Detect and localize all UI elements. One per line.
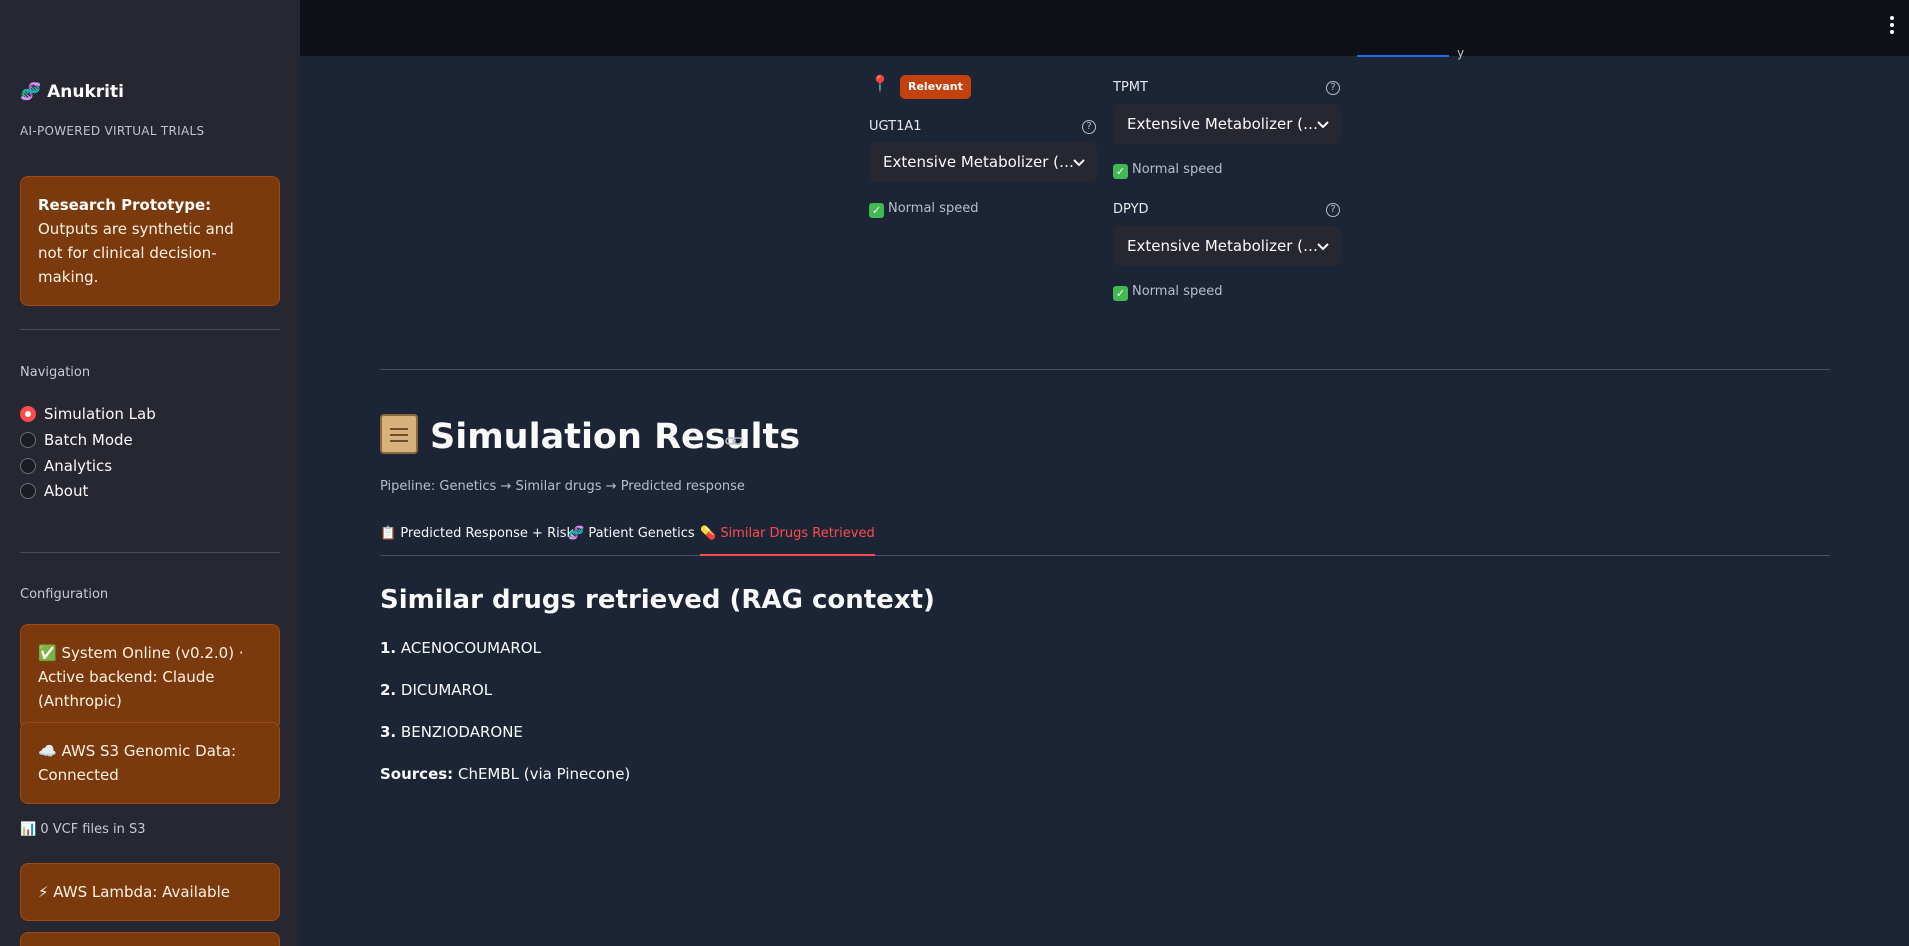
chevron-down-icon <box>1317 243 1329 251</box>
check-icon: ✓ <box>869 203 884 218</box>
tab-patient-genetics[interactable]: 🧬 Patient Genetics <box>568 525 695 556</box>
status-aws-lambda: ⚡ AWS Lambda: Available <box>20 863 280 921</box>
app-subtitle: AI-POWERED VIRTUAL TRIALS <box>20 124 205 138</box>
nav-item-label: Analytics <box>44 457 113 475</box>
link-icon[interactable] <box>725 433 743 449</box>
disclaimer-callout: Research Prototype: Outputs are syntheti… <box>20 176 280 306</box>
list-item: 3. BENZIODARONE <box>380 723 523 741</box>
pipeline-caption: Pipeline: Genetics → Similar drugs → Pre… <box>380 479 745 494</box>
status-aws-s3: ☁️ AWS S3 Genomic Data: Connected <box>20 722 280 804</box>
help-icon[interactable]: ? <box>1082 120 1096 134</box>
sidebar-divider <box>20 329 280 330</box>
disclaimer-text: Outputs are synthetic and not for clinic… <box>38 220 234 286</box>
chevron-down-icon <box>1073 159 1085 167</box>
nav-batch-mode[interactable]: Batch Mode <box>20 431 133 449</box>
pin-icon: 📍 <box>870 74 890 93</box>
select-value: Extensive Metabolizer (… <box>1127 237 1318 255</box>
top-bar <box>300 0 1909 56</box>
help-icon[interactable]: ? <box>1326 81 1340 95</box>
vcf-count-note: 📊 0 VCF files in S3 <box>20 822 146 837</box>
radio-icon[interactable] <box>20 458 36 474</box>
radio-selected-icon[interactable] <box>20 406 36 422</box>
main-menu-icon[interactable] <box>1889 16 1895 36</box>
configuration-label: Configuration <box>20 587 109 602</box>
nav-item-label: About <box>44 482 89 500</box>
nav-about[interactable]: About <box>20 482 88 500</box>
clipboard-icon <box>380 414 418 454</box>
list-item: 2. DICUMAROL <box>380 681 493 699</box>
partial-link[interactable] <box>1357 55 1449 57</box>
radio-icon[interactable] <box>20 483 36 499</box>
app-brand: 🧬 Anukriti <box>20 82 124 102</box>
select-value: Extensive Metabolizer (… <box>1127 115 1318 133</box>
radio-icon[interactable] <box>20 432 36 448</box>
dpyd-speed-status: ✓ Normal speed <box>1113 284 1222 301</box>
tpmt-speed-status: ✓ Normal speed <box>1113 162 1222 179</box>
gene-label-ugt1a1: UGT1A1 <box>869 119 922 134</box>
relevant-badge: Relevant <box>900 75 971 99</box>
sidebar: 🧬 Anukriti AI-POWERED VIRTUAL TRIALS Res… <box>0 0 300 946</box>
tab-similar-drugs[interactable]: 💊 Similar Drugs Retrieved <box>700 525 875 556</box>
nav-item-label: Batch Mode <box>44 431 133 449</box>
tpmt-phenotype-select[interactable]: Extensive Metabolizer (… <box>1113 104 1341 144</box>
ugt1a1-speed-status: ✓ Normal speed <box>869 201 978 218</box>
list-item: 1. ACENOCOUMAROL <box>380 639 541 657</box>
section-divider <box>380 369 1830 370</box>
status-callout-partial <box>20 932 280 946</box>
disclaimer-bold: Research Prototype: <box>38 196 212 214</box>
help-icon[interactable]: ? <box>1326 203 1340 217</box>
results-title-text: Simulation Results <box>430 417 801 457</box>
sources-line: Sources: ChEMBL (via Pinecone) <box>380 765 631 783</box>
section-heading: Similar drugs retrieved (RAG context) <box>380 585 935 615</box>
gene-label-dpyd: DPYD <box>1113 202 1149 217</box>
tab-predicted-response[interactable]: 📋 Predicted Response + Risk <box>380 525 574 556</box>
check-icon: ✓ <box>1113 286 1128 301</box>
partial-header-text: y <box>1457 46 1465 60</box>
chevron-down-icon <box>1317 121 1329 129</box>
results-tabs: 📋 Predicted Response + Risk 🧬 Patient Ge… <box>380 525 1830 556</box>
gene-label-tpmt: TPMT <box>1113 80 1148 95</box>
status-system-online: ✅ System Online (v0.2.0) · Active backen… <box>20 624 280 730</box>
sidebar-divider <box>20 552 280 553</box>
nav-analytics[interactable]: Analytics <box>20 457 112 475</box>
nav-item-label: Simulation Lab <box>44 405 156 423</box>
navigation-label: Navigation <box>20 365 91 380</box>
ugt1a1-phenotype-select[interactable]: Extensive Metabolizer (… <box>869 142 1097 182</box>
select-value: Extensive Metabolizer (… <box>883 153 1074 171</box>
nav-simulation-lab[interactable]: Simulation Lab <box>20 405 156 423</box>
check-icon: ✓ <box>1113 164 1128 179</box>
dpyd-phenotype-select[interactable]: Extensive Metabolizer (… <box>1113 226 1341 266</box>
